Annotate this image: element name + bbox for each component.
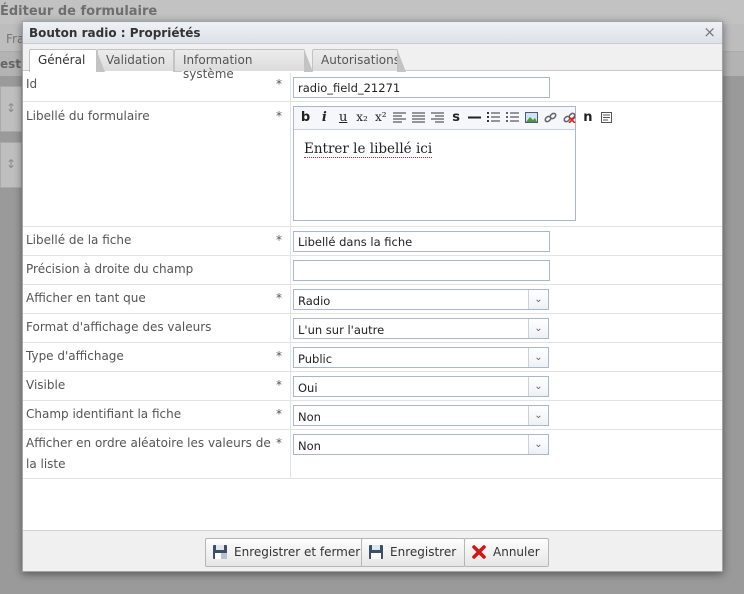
select-value: Public xyxy=(298,352,333,366)
tab-validation[interactable]: Validation xyxy=(97,49,182,72)
align-justify-icon[interactable] xyxy=(411,109,426,126)
chevron-down-icon[interactable]: ⌄ xyxy=(528,435,548,454)
row-champ-identifiant: Champ identifiant la fiche * Non ⌄ xyxy=(23,401,722,430)
cancel-icon xyxy=(472,545,486,559)
row-libelle-fiche: Libellé de la fiche * xyxy=(23,227,722,256)
subscript-icon[interactable]: x₂ xyxy=(354,109,369,126)
precision-field[interactable] xyxy=(293,260,550,281)
chevron-down-icon[interactable]: ⌄ xyxy=(528,348,548,367)
afficher-en-tant-que-select[interactable]: Radio ⌄ xyxy=(293,289,549,310)
source-icon[interactable] xyxy=(599,109,614,126)
label-precision: Précision à droite du champ xyxy=(26,262,194,276)
editor-content[interactable]: Entrer le libellé ici xyxy=(294,130,575,168)
save-and-close-button[interactable]: Enregistrer et fermer xyxy=(205,538,370,567)
chevron-down-icon[interactable]: ⌄ xyxy=(528,377,548,396)
label-id: Id xyxy=(26,77,38,91)
align-right-icon[interactable] xyxy=(430,109,445,126)
dialog-header: Bouton radio : Propriétés × xyxy=(23,22,722,44)
label-afficher-en-tant-que: Afficher en tant que xyxy=(26,291,146,305)
row-type-affichage: Type d'affichage * Public ⌄ xyxy=(23,343,722,372)
dialog-footer: Enregistrer et fermer Enregistrer Annule… xyxy=(23,530,722,571)
unlink-icon[interactable] xyxy=(562,109,577,126)
required-marker: * xyxy=(276,233,282,247)
champ-identifiant-select[interactable]: Non ⌄ xyxy=(293,405,549,426)
required-marker: * xyxy=(276,77,282,91)
required-marker: * xyxy=(276,291,282,305)
italic-icon[interactable]: i xyxy=(317,109,332,126)
libelle-fiche-field[interactable] xyxy=(293,231,550,252)
cancel-button[interactable]: Annuler xyxy=(464,538,549,567)
special-char-icon[interactable]: n xyxy=(580,109,595,126)
row-id: Id * xyxy=(23,73,722,102)
select-value: Non xyxy=(298,410,321,424)
label-visible: Visible xyxy=(26,378,66,392)
editor-text: Entrer le libellé ici xyxy=(304,141,433,158)
required-marker: * xyxy=(276,349,282,363)
horizontal-rule-icon[interactable] xyxy=(467,109,482,126)
dialog-title: Bouton radio : Propriétés xyxy=(29,26,201,40)
label-champ-identifiant: Champ identifiant la fiche xyxy=(26,407,182,421)
chevron-down-icon[interactable]: ⌄ xyxy=(528,290,548,309)
select-value: Radio xyxy=(298,294,331,308)
save-icon xyxy=(369,545,383,559)
row-libelle-formulaire: Libellé du formulaire * b i u x₂ x² s n … xyxy=(23,102,722,227)
row-visible: Visible * Oui ⌄ xyxy=(23,372,722,401)
align-left-icon[interactable] xyxy=(392,109,407,126)
rich-text-editor[interactable]: b i u x₂ x² s n Entrer le libellé ici xyxy=(293,106,613,221)
chevron-down-icon[interactable]: ⌄ xyxy=(528,406,548,425)
strikethrough-icon[interactable]: s xyxy=(449,109,464,126)
required-marker: * xyxy=(276,436,282,450)
bold-icon[interactable]: b xyxy=(298,109,313,126)
tab-autorisations[interactable]: Autorisations xyxy=(312,49,406,72)
save-button[interactable]: Enregistrer xyxy=(361,538,466,567)
background-row-handle: ↕ xyxy=(0,142,22,188)
close-icon[interactable]: × xyxy=(703,24,716,40)
numbered-list-icon[interactable] xyxy=(486,109,501,126)
required-marker: * xyxy=(276,109,282,123)
row-precision: Précision à droite du champ xyxy=(23,256,722,285)
bullet-list-icon[interactable] xyxy=(505,109,520,126)
ordre-aleatoire-select[interactable]: Non ⌄ xyxy=(293,434,549,455)
cancel-label: Annuler xyxy=(493,545,540,559)
visible-select[interactable]: Oui ⌄ xyxy=(293,376,549,397)
link-icon[interactable] xyxy=(543,109,558,126)
superscript-icon[interactable]: x² xyxy=(373,109,388,126)
select-value: Oui xyxy=(298,381,318,395)
underline-icon[interactable]: u xyxy=(336,109,351,126)
row-afficher-en-tant-que: Afficher en tant que * Radio ⌄ xyxy=(23,285,722,314)
tab-general[interactable]: Général xyxy=(29,49,105,72)
type-affichage-select[interactable]: Public ⌄ xyxy=(293,347,549,368)
image-icon[interactable] xyxy=(524,109,539,126)
label-type-affichage: Type d'affichage xyxy=(26,349,124,363)
format-affichage-select[interactable]: L'un sur l'autre ⌄ xyxy=(293,318,549,339)
save-close-icon xyxy=(213,545,227,559)
background-section-text: est xyxy=(0,57,22,71)
save-and-close-label: Enregistrer et fermer xyxy=(234,545,361,559)
row-ordre-aleatoire: Afficher en ordre aléatoire les valeurs … xyxy=(23,430,722,479)
label-libelle-fiche: Libellé de la fiche xyxy=(26,233,132,247)
required-marker: * xyxy=(276,407,282,421)
save-label: Enregistrer xyxy=(390,545,457,559)
tab-bar: Général Validation Information système A… xyxy=(23,44,722,81)
properties-dialog: Bouton radio : Propriétés × Général Vali… xyxy=(22,21,723,572)
chevron-down-icon[interactable]: ⌄ xyxy=(528,319,548,338)
editor-toolbar: b i u x₂ x² s n xyxy=(294,107,613,130)
properties-form: Id * Libellé du formulaire * b i u x₂ x² xyxy=(23,73,722,481)
background-row-handle: ↕ xyxy=(0,86,22,132)
required-marker: * xyxy=(276,378,282,392)
tab-information-systeme[interactable]: Information système xyxy=(174,49,313,81)
select-value: L'un sur l'autre xyxy=(298,323,385,337)
select-value: Non xyxy=(298,439,321,453)
label-libelle-formulaire: Libellé du formulaire xyxy=(26,109,150,123)
label-ordre-aleatoire: Afficher en ordre aléatoire les valeurs … xyxy=(26,436,271,471)
label-format-affichage: Format d'affichage des valeurs xyxy=(26,320,212,334)
id-field[interactable] xyxy=(293,77,550,98)
row-format-affichage: Format d'affichage des valeurs L'un sur … xyxy=(23,314,722,343)
